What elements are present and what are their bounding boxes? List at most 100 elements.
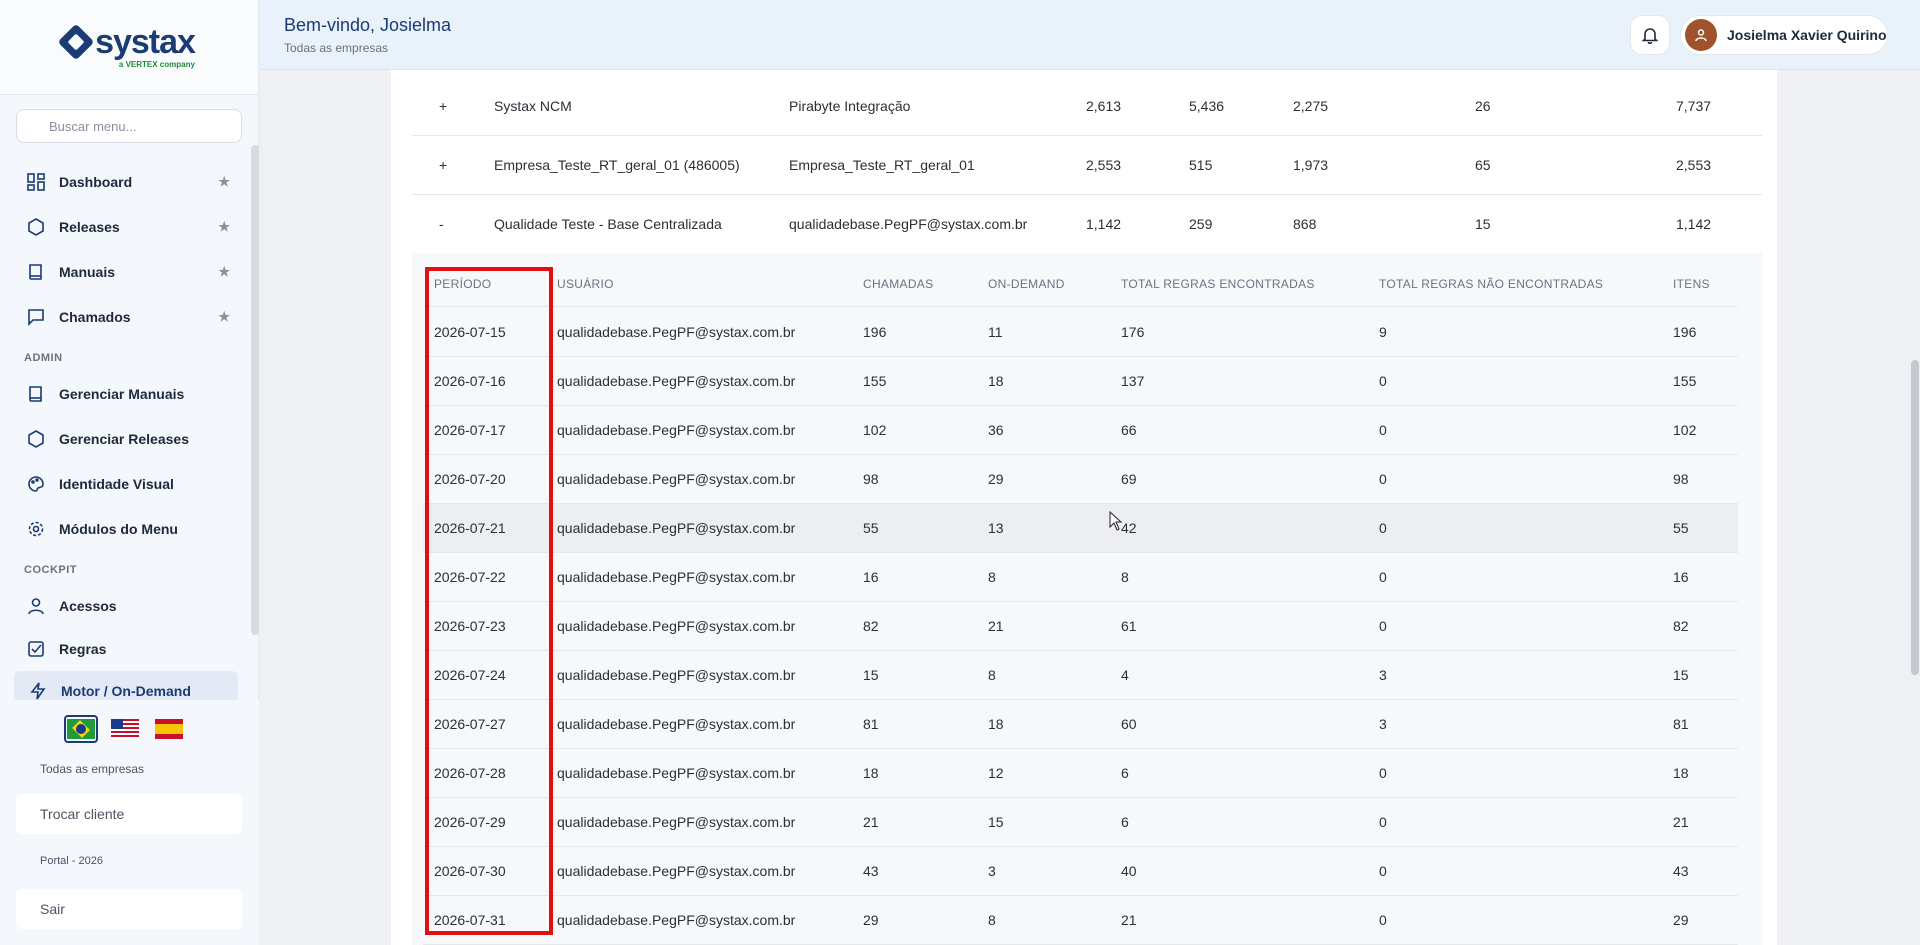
expand-toggle[interactable]: + [439, 157, 447, 173]
col-periodo[interactable]: PERÍODO [434, 277, 491, 291]
cell-on-demand: 8 [988, 912, 996, 928]
switch-client-button[interactable]: Trocar cliente [16, 794, 242, 834]
col-chamadas[interactable]: CHAMADAS [863, 277, 933, 291]
col-usuario[interactable]: USUÁRIO [557, 277, 614, 291]
cell-on-demand: 36 [988, 422, 1004, 438]
table-row[interactable]: 2026-07-21 qualidadebase.PegPF@systax.com… [423, 504, 1738, 553]
table-row[interactable]: 2026-07-27 qualidadebase.PegPF@systax.com… [423, 700, 1738, 749]
col-on-demand[interactable]: ON-DEMAND [988, 277, 1065, 291]
cell-itens: 18 [1673, 765, 1689, 781]
cell-itens: 43 [1673, 863, 1689, 879]
sidebar-item-gerenciar-releases[interactable]: Gerenciar Releases [0, 419, 240, 459]
cell-encontradas: 69 [1121, 471, 1137, 487]
table-row[interactable]: + Empresa_Teste_RT_geral_01 (486005) Emp… [412, 136, 1762, 195]
col-nao-encontradas[interactable]: TOTAL REGRAS NÃO ENCONTRADAS [1379, 277, 1603, 291]
cell-periodo: 2026-07-29 [434, 814, 506, 830]
sidebar-item-manuais[interactable]: Manuais ★ [0, 252, 240, 292]
cell-usuario: qualidadebase.PegPF@systax.com.br [557, 324, 796, 340]
sidebar-item-dashboard[interactable]: Dashboard ★ [0, 162, 240, 202]
cell-itens: 82 [1673, 618, 1689, 634]
sidebar-menu: Dashboard ★ Releases ★ Manuais ★ Chamado… [0, 160, 250, 700]
cell-on-demand: 13 [988, 520, 1004, 536]
cell-on-demand: 5,436 [1189, 98, 1225, 114]
checkbox-icon [26, 639, 46, 659]
sidebar-scrollbar[interactable] [251, 145, 259, 635]
menu-search-input[interactable]: Buscar menu... [16, 109, 242, 143]
mouse-cursor-icon [1109, 511, 1123, 531]
cell-usuario: qualidadebase.PegPF@systax.com.br [557, 667, 796, 683]
star-icon[interactable]: ★ [218, 264, 230, 280]
table-row[interactable]: 2026-07-20 qualidadebase.PegPF@systax.com… [423, 455, 1738, 504]
cell-encontradas: 66 [1121, 422, 1137, 438]
sidebar-item-gerenciar-manuais[interactable]: Gerenciar Manuais [0, 374, 240, 414]
cell-periodo: 2026-07-21 [434, 520, 506, 536]
sidebar-item-label: Gerenciar Releases [59, 431, 189, 447]
cell-usuario: qualidadebase.PegPF@systax.com.br [557, 912, 796, 928]
cell-on-demand: 12 [988, 765, 1004, 781]
language-option-es-es[interactable] [152, 715, 186, 743]
cell-encontradas: 42 [1121, 520, 1137, 536]
sidebar-item-chamados[interactable]: Chamados ★ [0, 297, 240, 337]
cell-periodo: 2026-07-15 [434, 324, 506, 340]
expand-toggle[interactable]: + [439, 98, 447, 114]
table-row[interactable]: 2026-07-17 qualidadebase.PegPF@systax.com… [423, 406, 1738, 455]
table-row[interactable]: 2026-07-29 qualidadebase.PegPF@systax.com… [423, 798, 1738, 847]
star-icon[interactable]: ★ [218, 309, 230, 325]
sidebar-item-releases[interactable]: Releases ★ [0, 207, 240, 247]
sidebar-item-motor-on-demand[interactable]: Motor / On-Demand [14, 671, 238, 700]
page-scrollbar[interactable] [1911, 360, 1919, 675]
sidebar-item-label: Identidade Visual [59, 476, 174, 492]
cell-chamadas: 15 [863, 667, 879, 683]
cell-nao-encontradas: 0 [1379, 569, 1387, 585]
usa-flag-icon [111, 719, 139, 739]
cell-usuario: qualidadebase.PegPF@systax.com.br [557, 373, 796, 389]
cell-nao-encontradas: 65 [1475, 157, 1491, 173]
table-row[interactable]: 2026-07-15 qualidadebase.PegPF@systax.com… [423, 308, 1738, 357]
table-row[interactable]: 2026-07-23 qualidadebase.PegPF@systax.com… [423, 602, 1738, 651]
brazil-flag-icon [67, 719, 95, 739]
systax-logo[interactable]: systax a VERTEX company [57, 23, 196, 69]
table-row[interactable]: 2026-07-31 qualidadebase.PegPF@systax.com… [423, 896, 1738, 945]
cell-on-demand: 15 [988, 814, 1004, 830]
language-selector [64, 715, 186, 743]
section-admin: ADMIN [24, 352, 63, 364]
cell-itens: 21 [1673, 814, 1689, 830]
cell-encontradas: 1,973 [1293, 157, 1329, 173]
sidebar-item-acessos[interactable]: Acessos [0, 586, 240, 626]
user-menu-button[interactable]: Josielma Xavier Quirino [1680, 15, 1888, 55]
notifications-button[interactable] [1630, 15, 1670, 55]
col-itens[interactable]: ITENS [1673, 277, 1710, 291]
language-option-pt-br[interactable] [64, 715, 98, 743]
table-row[interactable]: 2026-07-28 qualidadebase.PegPF@systax.com… [423, 749, 1738, 798]
table-row[interactable]: + Systax NCM Pirabyte Integração 2,613 5… [412, 77, 1762, 136]
cell-usuario: qualidadebase.PegPF@systax.com.br [557, 618, 796, 634]
col-encontradas[interactable]: TOTAL REGRAS ENCONTRADAS [1121, 277, 1315, 291]
cell-itens: 29 [1673, 912, 1689, 928]
cell-nao-encontradas: 0 [1379, 520, 1387, 536]
portal-caption: Portal - 2026 [40, 855, 103, 867]
sidebar-item-label: Releases [59, 219, 120, 235]
chat-icon [26, 307, 46, 327]
sidebar-item-modulos-menu[interactable]: Módulos do Menu [0, 509, 240, 549]
language-option-en-us[interactable] [108, 715, 142, 743]
cell-chamadas: 196 [863, 324, 887, 340]
table-row[interactable]: - Qualidade Teste - Base Centralizada qu… [412, 195, 1762, 254]
detail-panel: PERÍODO USUÁRIO CHAMADAS ON-DEMAND TOTAL… [412, 253, 1762, 945]
collapse-toggle[interactable]: - [439, 216, 444, 232]
star-icon[interactable]: ★ [218, 219, 230, 235]
logout-button[interactable]: Sair [16, 889, 242, 929]
sidebar-item-label: Gerenciar Manuais [59, 386, 185, 402]
sidebar-item-identidade-visual[interactable]: Identidade Visual [0, 464, 240, 504]
welcome-subtitle: Todas as empresas [284, 41, 389, 55]
cell-chamadas: 102 [863, 422, 887, 438]
table-row[interactable]: 2026-07-30 qualidadebase.PegPF@systax.com… [423, 847, 1738, 896]
table-row[interactable]: 2026-07-22 qualidadebase.PegPF@systax.com… [423, 553, 1738, 602]
table-row[interactable]: 2026-07-16 qualidadebase.PegPF@systax.com… [423, 357, 1738, 406]
sidebar-item-regras[interactable]: Regras [0, 629, 240, 669]
sidebar-item-label: Acessos [59, 598, 117, 614]
table-row[interactable]: 2026-07-24 qualidadebase.PegPF@systax.com… [423, 651, 1738, 700]
star-icon[interactable]: ★ [218, 174, 230, 190]
cell-nao-encontradas: 0 [1379, 618, 1387, 634]
book-icon [26, 384, 46, 404]
user-name: Josielma Xavier Quirino [1727, 27, 1887, 43]
